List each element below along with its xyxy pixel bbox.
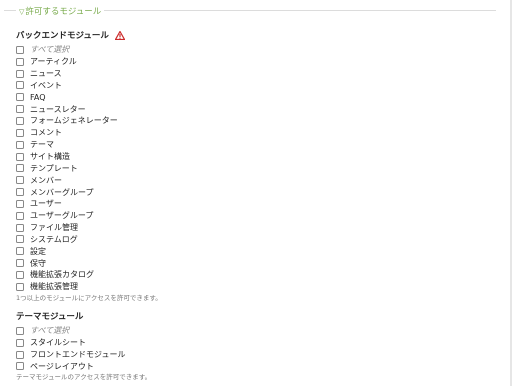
theme-help-text: テーマモジュールのアクセスを許可できます。 [16, 373, 152, 382]
checkbox[interactable] [16, 362, 24, 371]
module-checkbox-row[interactable]: 機能拡張カタログ [16, 269, 162, 281]
fieldset-border [104, 10, 496, 11]
checkbox[interactable] [16, 93, 24, 102]
theme-modules-heading: テーマモジュール [16, 312, 84, 322]
module-label: コメント [30, 128, 62, 138]
module-label: テーマ [30, 140, 54, 150]
module-checkbox-row[interactable]: メンバー [16, 174, 162, 186]
module-checkbox-row[interactable]: ページレイアウト [16, 361, 151, 373]
module-label: アーティクル [30, 57, 77, 67]
module-checkbox-row[interactable]: フロントエンドモジュール [16, 349, 151, 361]
module-checkbox-row[interactable]: ユーザー [16, 198, 162, 210]
module-checkbox-row[interactable]: スタイルシート [16, 337, 151, 349]
module-label: サイト構造 [30, 152, 70, 162]
theme-modules-group: テーマモジュール すべて選択 スタイルシートフロントエンドモジュール ページレイア… [16, 311, 151, 383]
module-label: システムログ [30, 234, 78, 244]
checkbox[interactable] [16, 176, 24, 185]
checkbox[interactable] [16, 140, 24, 149]
checkbox[interactable] [16, 247, 24, 256]
module-checkbox-row[interactable]: 機能拡張管理 [16, 281, 162, 293]
checkbox[interactable] [16, 350, 24, 359]
module-label: ファイル管理 [30, 223, 78, 233]
backend-modules-group: バックエンドモジュール すべて選択 アーティクル ニュース イベント FAQ ニュースレ… [16, 30, 162, 304]
select-all-label: すべて選択 [30, 45, 70, 55]
module-label: ユーザー [30, 199, 62, 209]
backend-module-list: アーティクル ニュース イベント FAQ ニュースレターフォームジェネレーター コメントテ… [16, 56, 162, 293]
module-label: スタイルシート [30, 338, 86, 348]
module-label: FAQ [30, 92, 46, 102]
module-checkbox-row[interactable]: 設定 [16, 245, 162, 257]
checkbox[interactable] [16, 270, 24, 279]
module-label: 機能拡張カタログ [30, 270, 94, 280]
module-label: 設定 [30, 246, 46, 256]
checkbox[interactable] [16, 164, 24, 173]
checkbox[interactable] [16, 81, 24, 90]
select-all-label: すべて選択 [30, 326, 70, 336]
module-label: メンバー [30, 175, 62, 185]
checkbox[interactable] [16, 188, 24, 197]
module-checkbox-row[interactable]: サイト構造 [16, 151, 162, 163]
module-checkbox-row[interactable]: FAQ [16, 91, 162, 103]
module-label: ユーザーグループ [30, 211, 94, 221]
checkbox[interactable] [16, 128, 24, 137]
checkbox[interactable] [16, 338, 24, 347]
module-label: ニュースレター [30, 104, 86, 114]
module-checkbox-row[interactable]: テーマ [16, 139, 162, 151]
checkbox[interactable] [16, 152, 24, 161]
module-label: テンプレート [30, 163, 78, 173]
checkbox[interactable] [16, 199, 24, 208]
fieldset-legend[interactable]: ▽許可するモジュール [19, 5, 101, 17]
backend-modules-title: バックエンドモジュール [16, 31, 109, 41]
warning-triangle-icon [114, 31, 125, 40]
checkbox[interactable] [16, 69, 24, 78]
theme-select-all[interactable]: すべて選択 [16, 325, 151, 337]
module-checkbox-row[interactable]: フォームジェネレーター [16, 115, 162, 127]
checkbox[interactable] [16, 105, 24, 114]
checkbox[interactable] [16, 223, 24, 232]
fieldset-border [4, 10, 16, 11]
backend-help-text: 1つ以上のモジュールにアクセスを許可できます。 [16, 293, 162, 302]
checkbox[interactable] [16, 45, 24, 54]
triangle-down-icon: ▽ [19, 8, 25, 16]
module-label: フロントエンドモジュール [30, 350, 126, 360]
checkbox[interactable] [16, 211, 24, 220]
checkbox[interactable] [16, 116, 24, 125]
module-checkbox-row[interactable]: ニュースレター [16, 103, 162, 115]
module-checkbox-row[interactable]: アーティクル [16, 56, 162, 68]
legend-label: 許可するモジュール [25, 7, 102, 17]
checkbox[interactable] [16, 259, 24, 268]
module-label: 保守 [30, 258, 46, 268]
module-label: フォームジェネレーター [30, 116, 118, 126]
module-checkbox-row[interactable]: ユーザーグループ [16, 210, 162, 222]
module-label: メンバーグループ [30, 187, 94, 197]
module-checkbox-row[interactable]: メンバーグループ [16, 186, 162, 198]
fieldset: ▽許可するモジュール バックエンドモジュール すべて選択 アーティクル ニュースイ… [0, 0, 512, 386]
module-checkbox-row[interactable]: テンプレート [16, 162, 162, 174]
module-label: ニュース [30, 69, 62, 79]
module-checkbox-row[interactable]: システムログ [16, 234, 162, 246]
checkbox[interactable] [16, 282, 24, 291]
module-checkbox-row[interactable]: イベント [16, 80, 162, 92]
backend-select-all[interactable]: すべて選択 [16, 44, 162, 56]
checkbox[interactable] [16, 57, 24, 66]
module-checkbox-row[interactable]: 保守 [16, 257, 162, 269]
module-label: 機能拡張管理 [30, 282, 78, 292]
module-label: イベント [30, 80, 62, 90]
module-label: ページレイアウト [30, 361, 94, 371]
module-checkbox-row[interactable]: コメント [16, 127, 162, 139]
module-checkbox-row[interactable]: ニュース [16, 68, 162, 80]
module-checkbox-row[interactable]: ファイル管理 [16, 222, 162, 234]
checkbox[interactable] [16, 235, 24, 244]
backend-modules-heading: バックエンドモジュール [16, 30, 162, 43]
checkbox[interactable] [16, 326, 24, 335]
theme-module-list: スタイルシートフロントエンドモジュール ページレイアウト [16, 337, 151, 373]
